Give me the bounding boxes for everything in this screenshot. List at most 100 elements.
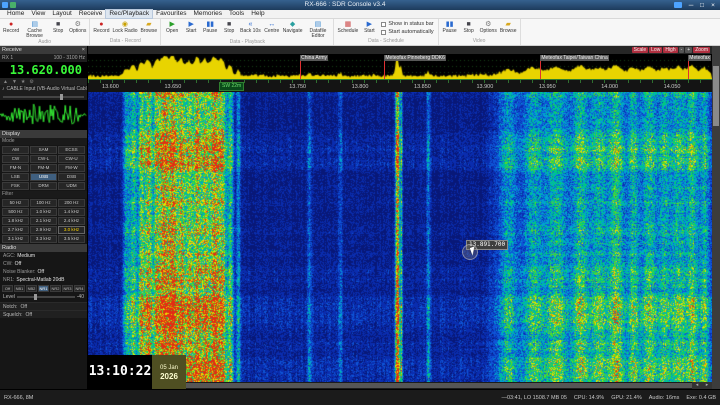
- menu-tab-rec-playback[interactable]: Rec/Playback: [106, 10, 152, 18]
- mode-button-lsb[interactable]: LSB: [2, 173, 29, 181]
- mode-button-fm-m[interactable]: FM-M: [30, 164, 57, 172]
- level-thumb[interactable]: [34, 294, 37, 300]
- zoom-out-button[interactable]: -: [679, 47, 685, 53]
- start-button[interactable]: ▶Start: [360, 20, 378, 34]
- nb-button-nr3[interactable]: NR3: [62, 285, 73, 292]
- mode-button-am[interactable]: AM: [2, 146, 29, 154]
- mode-button-dsb[interactable]: DSB: [58, 173, 85, 181]
- options-button[interactable]: ⚙Options: [68, 20, 87, 34]
- browse-button[interactable]: ▰Browse: [499, 20, 518, 34]
- menu-tab-layout[interactable]: Layout: [49, 10, 75, 18]
- show-in-status-bar-checkbox[interactable]: Show in status bar: [381, 21, 433, 27]
- datafile-editor-button[interactable]: ▤Datafile Editor: [304, 20, 331, 39]
- nb-button-off[interactable]: Off: [2, 285, 13, 292]
- filter-button-3-3-khz[interactable]: 3.3 kHz: [30, 235, 57, 243]
- nb-button-nr2[interactable]: NR2: [50, 285, 61, 292]
- level-slider[interactable]: [17, 296, 75, 298]
- menu-tab-favourites[interactable]: Favourites: [153, 10, 189, 18]
- mode-button-ecss[interactable]: ECSS: [58, 146, 85, 154]
- rx-label[interactable]: RX 1: [2, 54, 13, 62]
- frequency-ruler[interactable]: 13.60013.65013.70013.75013.80013.85013.9…: [88, 79, 712, 92]
- favourite-icon[interactable]: ★: [21, 79, 25, 85]
- mode-button-fsk[interactable]: FSK: [2, 182, 29, 190]
- open-button[interactable]: ▶Open: [163, 20, 181, 34]
- filter-button-500-hz[interactable]: 500 Hz: [2, 208, 29, 216]
- menu-tab-home[interactable]: Home: [4, 10, 27, 18]
- filter-button-1-8-khz[interactable]: 1.8 kHz: [2, 217, 29, 225]
- start-automatically-checkbox[interactable]: Start automatically: [381, 29, 433, 35]
- pause-button[interactable]: ▮▮Pause: [441, 20, 459, 34]
- pause-button[interactable]: ▮▮Pause: [201, 20, 219, 34]
- filter-button-1-4-khz[interactable]: 1.4 kHz: [58, 208, 85, 216]
- filter-button-3-1-khz[interactable]: 3.1 kHz: [2, 235, 29, 243]
- high-button[interactable]: High: [663, 47, 677, 53]
- waterfall-canvas[interactable]: [88, 92, 712, 382]
- filter-button-50-hz[interactable]: 50 Hz: [2, 199, 29, 207]
- back-10s-button[interactable]: «Back 10s: [239, 20, 262, 34]
- notch-row[interactable]: Notch: Off: [0, 302, 87, 310]
- menu-tab-view[interactable]: View: [28, 10, 48, 18]
- nb-button-nb2[interactable]: NB2: [26, 285, 37, 292]
- settings-icon[interactable]: ⚙: [29, 79, 33, 85]
- scroll-right-icon[interactable]: ▸: [702, 382, 712, 389]
- close-icon[interactable]: ×: [82, 46, 85, 54]
- volume-slider[interactable]: [0, 93, 87, 100]
- zoom-button[interactable]: Zoom: [693, 47, 710, 53]
- filter-button-2-7-khz[interactable]: 2.7 kHz: [2, 226, 29, 234]
- navigate-button[interactable]: ◆Navigate: [282, 20, 304, 34]
- volume-thumb[interactable]: [60, 94, 63, 100]
- menu-tab-memories[interactable]: Memories: [190, 10, 225, 18]
- filter-button-2-9-khz[interactable]: 2.9 kHz: [30, 226, 57, 234]
- scroll-left-icon[interactable]: ◂: [692, 382, 702, 389]
- filter-button-200-hz[interactable]: 200 Hz: [58, 199, 85, 207]
- mode-button-usb[interactable]: USB: [30, 173, 57, 181]
- mode-button-cw-l[interactable]: CW-L: [30, 155, 57, 163]
- nb-button-nr1[interactable]: NR1: [38, 285, 49, 292]
- vertical-scroll-thumb[interactable]: [713, 66, 719, 126]
- filter-button-3-5-khz[interactable]: 3.5 kHz: [58, 235, 85, 243]
- audio-device-select[interactable]: ♪ CABLE Input (VB-Audio Virtual Cable): [0, 85, 87, 93]
- schedule-button[interactable]: ▦Schedule: [336, 20, 359, 34]
- scale-button[interactable]: Scale: [632, 47, 649, 53]
- mode-button-drm[interactable]: DRM: [30, 182, 57, 190]
- start-button[interactable]: ▶Start: [182, 20, 200, 34]
- low-button[interactable]: Low: [649, 47, 662, 53]
- maximize-button[interactable]: □: [697, 1, 707, 10]
- stop-button[interactable]: ■Stop: [49, 20, 67, 34]
- mode-button-cw[interactable]: CW: [2, 155, 29, 163]
- filter-button-2-1-khz[interactable]: 2.1 kHz: [30, 217, 57, 225]
- nb-button-nb1[interactable]: NB1: [14, 285, 25, 292]
- mode-button-cw-u[interactable]: CW-U: [58, 155, 85, 163]
- cache-browse-button[interactable]: ▤Cache Browse: [21, 20, 48, 39]
- waterfall[interactable]: [88, 92, 712, 382]
- options-button[interactable]: ⚙Options: [479, 20, 498, 34]
- filter-button-2-4-khz[interactable]: 2.4 kHz: [58, 217, 85, 225]
- zoom-in-button[interactable]: +: [685, 47, 692, 53]
- vertical-scrollbar[interactable]: [712, 46, 720, 389]
- browse-button[interactable]: ▰Browse: [139, 20, 158, 34]
- menu-tab-help[interactable]: Help: [248, 10, 267, 18]
- tune-up-icon[interactable]: ▲: [3, 79, 8, 85]
- lock-radio-button[interactable]: ◉Lock Radio: [111, 20, 138, 34]
- mode-button-udm[interactable]: UDM: [58, 182, 85, 190]
- mode-button-fm-w[interactable]: FM-W: [58, 164, 85, 172]
- squelch-row[interactable]: Squelch: Off: [0, 310, 87, 318]
- close-button[interactable]: ×: [708, 1, 718, 10]
- filter-button-3-0-khz[interactable]: 3.0 kHz: [58, 226, 85, 234]
- volume-track[interactable]: [3, 96, 84, 98]
- record-button[interactable]: ●Record: [2, 20, 20, 34]
- tune-down-icon[interactable]: ▼: [12, 79, 17, 85]
- stop-button[interactable]: ■Stop: [460, 20, 478, 34]
- stop-button[interactable]: ■Stop: [220, 20, 238, 34]
- record-button[interactable]: ●Record: [92, 20, 110, 34]
- nb-button-nr4[interactable]: NR4: [74, 285, 85, 292]
- frequency-display[interactable]: 13.620.000: [0, 62, 87, 78]
- mode-button-fm-n[interactable]: FM-N: [2, 164, 29, 172]
- filter-button-100-hz[interactable]: 100 Hz: [30, 199, 57, 207]
- spectrum-display[interactable]: China ArmyMeteofax Pinneberg DDK6Meteofa…: [88, 54, 712, 79]
- menu-tab-receive[interactable]: Receive: [76, 10, 105, 18]
- filter-button-1-0-khz[interactable]: 1.0 kHz: [30, 208, 57, 216]
- mode-button-sam[interactable]: SAM: [30, 146, 57, 154]
- centre-button[interactable]: ↔Centre: [263, 20, 281, 34]
- menu-tab-tools[interactable]: Tools: [226, 10, 247, 18]
